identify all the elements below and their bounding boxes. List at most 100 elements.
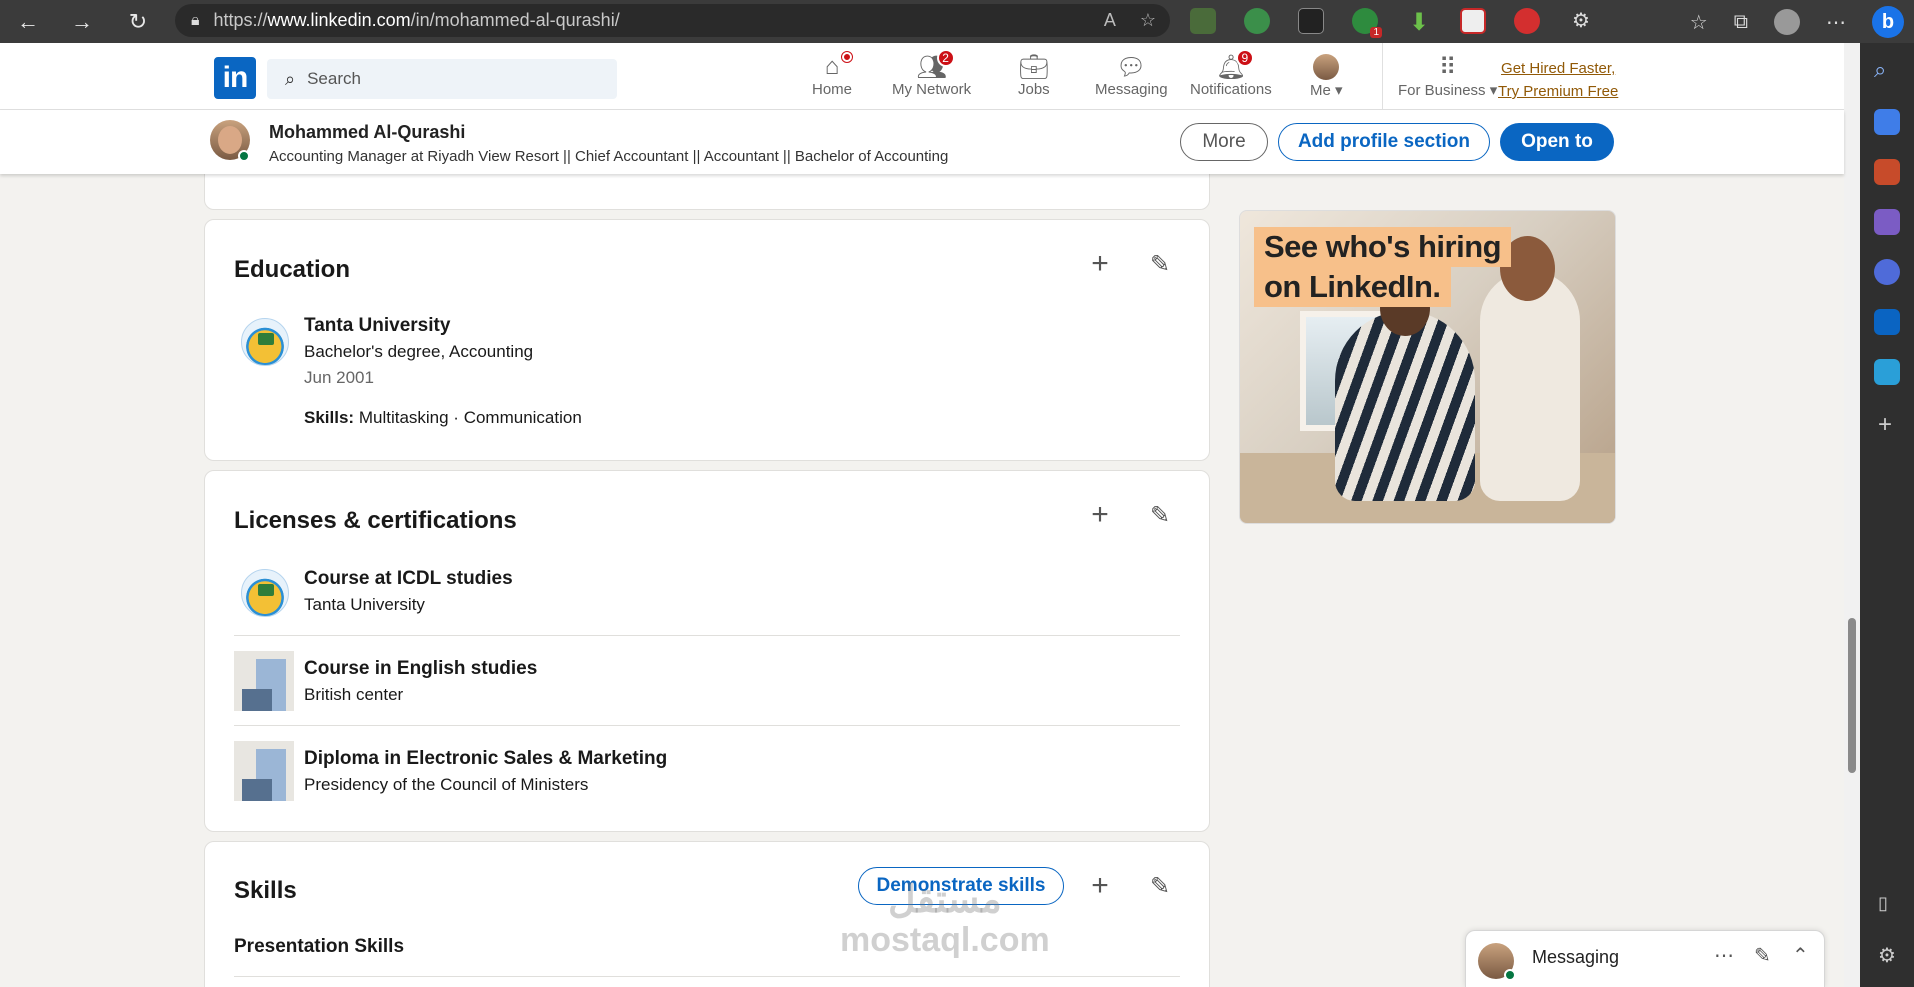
compose-icon[interactable]: ✎: [1754, 943, 1771, 968]
page-scrollbar[interactable]: [1844, 43, 1860, 987]
education-card: Education + ✎ Tanta University Bachelor'…: [204, 219, 1210, 461]
puzzle-icon[interactable]: ⚙: [1568, 8, 1594, 34]
chevron-down-icon: ▾: [1489, 82, 1498, 99]
premium-line1: Get Hired Faster,: [1501, 60, 1616, 77]
nav-notifications[interactable]: 🔔︎ 9 Notifications: [1190, 49, 1272, 98]
nav-my-network[interactable]: 👥︎ 2 My Network: [892, 49, 972, 98]
education-skills: Skills: Multitasking · Communication: [304, 408, 582, 428]
more-button[interactable]: More: [1180, 123, 1268, 161]
nav-jobs-label: Jobs: [1018, 81, 1050, 98]
lock-icon: 🔒︎: [191, 11, 200, 29]
watermark: مستقل mostaql.com: [840, 880, 1050, 960]
extensions-bar: 1 ⬇ ⚙: [1190, 8, 1594, 38]
chat-icon: 💬︎: [1116, 53, 1147, 81]
university-logo[interactable]: [241, 318, 289, 366]
copilot-icon[interactable]: [1874, 259, 1900, 285]
network-badge: 2: [936, 49, 955, 67]
skills-label: Skills:: [304, 408, 355, 427]
network-icon: 👥︎ 2: [916, 49, 955, 81]
bing-icon[interactable]: b: [1872, 6, 1904, 38]
forward-arrow-icon[interactable]: →: [62, 2, 102, 42]
extension-icon[interactable]: [1190, 8, 1216, 34]
home-icon: ⌂: [817, 49, 855, 81]
add-icon[interactable]: +: [1878, 411, 1892, 439]
extension-icon[interactable]: [1244, 8, 1270, 34]
favorites-icon[interactable]: ☆: [1690, 10, 1708, 35]
nav-my-network-label: My Network: [892, 81, 972, 98]
organization-logo: [234, 741, 294, 801]
header-divider: [1382, 43, 1383, 110]
back-arrow-icon[interactable]: ←: [8, 2, 48, 42]
edit-pencil-icon[interactable]: ✎: [1142, 246, 1178, 282]
edit-pencil-icon[interactable]: ✎: [1142, 868, 1178, 904]
grid-icon: ⠿: [1438, 53, 1457, 81]
avatar: [1311, 53, 1341, 81]
search-icon: ⌕: [285, 68, 296, 89]
tools-icon[interactable]: [1874, 159, 1900, 185]
education-date: Jun 2001: [304, 368, 374, 387]
skill-name[interactable]: Presentation Skills: [234, 936, 404, 958]
reload-icon[interactable]: ↻: [118, 2, 158, 42]
search-placeholder: Search: [307, 69, 361, 88]
school-name[interactable]: Tanta University: [304, 315, 450, 337]
extension-icon[interactable]: 1: [1352, 8, 1382, 38]
university-logo[interactable]: [241, 569, 289, 617]
briefcase-icon: 💼︎: [1018, 53, 1050, 81]
favorite-add-icon[interactable]: ☆: [1140, 10, 1156, 31]
sticky-profile-bar: Mohammed Al-Qurashi Accounting Manager a…: [0, 110, 1844, 174]
premium-link[interactable]: Get Hired Faster, Try Premium Free: [1498, 57, 1618, 103]
add-profile-section-button[interactable]: Add profile section: [1278, 123, 1490, 161]
skills-title: Skills: [234, 877, 297, 904]
extension-icon[interactable]: [1298, 8, 1324, 34]
extension-icon[interactable]: [1460, 8, 1486, 34]
edit-pencil-icon[interactable]: ✎: [1142, 497, 1178, 533]
games-icon[interactable]: [1874, 209, 1900, 235]
license-name: Diploma in Electronic Sales & Marketing: [304, 748, 668, 769]
advertisement[interactable]: See who's hiring on LinkedIn.: [1239, 210, 1616, 524]
nav-for-business[interactable]: ⠿ For Business ▾: [1398, 53, 1498, 100]
license-issuer: Presidency of the Council of Ministers: [304, 775, 589, 794]
more-menu-icon[interactable]: ⋯: [1826, 10, 1846, 35]
download-extension-icon[interactable]: ⬇: [1406, 8, 1432, 36]
scrollbar-thumb[interactable]: [1848, 618, 1856, 773]
nav-me[interactable]: Me ▾: [1310, 53, 1343, 99]
watermark-arabic: مستقل: [887, 879, 1002, 921]
skills-list: Multitasking · Communication: [358, 408, 582, 427]
linkedin-header: in ⌕ Search ⌂ Home 👥︎ 2 My Network 💼︎ Job…: [0, 43, 1844, 110]
url-text: https://www.linkedin.com/in/mohammed-al-…: [213, 10, 620, 30]
nav-for-business-label: For Business: [1398, 82, 1486, 99]
chevron-up-icon[interactable]: ⌃: [1792, 943, 1809, 968]
outlook-icon[interactable]: [1874, 309, 1900, 335]
send-icon[interactable]: [1874, 359, 1900, 385]
add-icon[interactable]: +: [1082, 246, 1118, 282]
messaging-title[interactable]: Messaging: [1532, 947, 1619, 968]
collections-icon[interactable]: ⧉: [1734, 11, 1748, 34]
notification-dot: [839, 49, 855, 65]
ad-image-person: [1335, 311, 1475, 501]
add-icon[interactable]: +: [1082, 868, 1118, 904]
address-bar[interactable]: 🔒︎ https://www.linkedin.com/in/mohammed-…: [175, 4, 1170, 37]
open-to-button[interactable]: Open to: [1500, 123, 1614, 161]
shopping-icon[interactable]: [1874, 109, 1900, 135]
profile-icon[interactable]: [1774, 9, 1800, 35]
bell-icon: 🔔︎ 9: [1216, 49, 1254, 81]
premium-line2: Try Premium Free: [1498, 83, 1619, 100]
nav-home[interactable]: ⌂ Home: [812, 49, 855, 98]
ad-image-person: [1480, 271, 1580, 501]
browser-toolbar: ← → ↻ 🔒︎ https://www.linkedin.com/in/moh…: [0, 0, 1914, 43]
nav-messaging[interactable]: 💬︎ Messaging: [1095, 53, 1168, 99]
search-input[interactable]: ⌕ Search: [267, 59, 617, 99]
read-aloud-icon[interactable]: A: [1104, 10, 1116, 31]
more-horizontal-icon[interactable]: ⋯: [1714, 943, 1734, 968]
nav-notifications-label: Notifications: [1190, 81, 1272, 98]
settings-icon[interactable]: ⚙: [1878, 943, 1896, 968]
nav-jobs[interactable]: 💼︎ Jobs: [1018, 53, 1050, 99]
linkedin-logo[interactable]: in: [214, 57, 256, 99]
sidebar-toggle-icon[interactable]: ▯: [1878, 893, 1888, 914]
add-icon[interactable]: +: [1082, 497, 1118, 533]
search-icon[interactable]: ⌕: [1874, 57, 1900, 83]
messaging-dock[interactable]: Messaging ⋯ ✎ ⌃: [1465, 930, 1825, 987]
extension-icon[interactable]: [1514, 8, 1540, 34]
chevron-down-icon: ▾: [1335, 82, 1343, 99]
degree-text: Bachelor's degree, Accounting: [304, 342, 534, 361]
